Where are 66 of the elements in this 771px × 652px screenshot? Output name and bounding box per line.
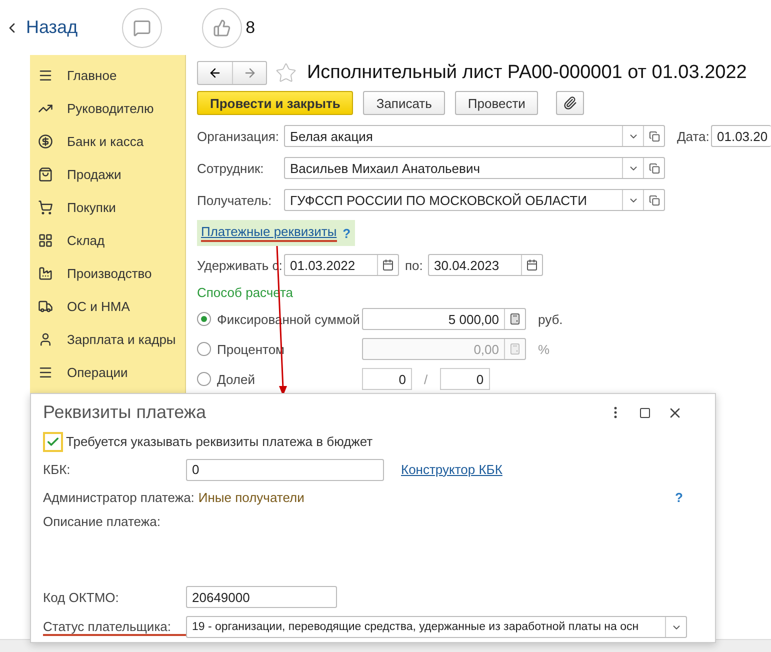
help-mark[interactable]: ? xyxy=(675,490,683,505)
denominator-field[interactable]: 0 xyxy=(440,368,490,390)
person-icon xyxy=(38,332,53,347)
checkbox-label: Требуется указывать реквизиты платежа в бюджет xyxy=(66,434,373,450)
option-label: Долей xyxy=(217,372,256,386)
oktmo-field[interactable]: 20649000 xyxy=(186,586,337,608)
coin-icon xyxy=(38,134,53,149)
field-label: Получатель: xyxy=(197,192,273,208)
field-label: по: xyxy=(405,258,424,272)
field-label: Код ОКТМО: xyxy=(43,590,120,605)
date-field[interactable]: 01.03.2022 xyxy=(284,254,399,276)
sidebar-item[interactable]: Продажи xyxy=(30,158,185,191)
sidebar-item[interactable]: Главное xyxy=(30,59,185,92)
field-label: Администратор платежа: xyxy=(43,490,194,505)
thumbs-up-icon[interactable] xyxy=(202,8,242,48)
date-field[interactable]: 30.04.2023 xyxy=(428,254,543,276)
like-count: 8 xyxy=(246,18,256,38)
kbk-field[interactable]: 0 xyxy=(186,458,384,481)
sidebar-item[interactable]: ОС и НМА xyxy=(30,290,185,323)
combo-field[interactable]: ГУФССП РОССИИ ПО МОСКОВСКОЙ ОБЛАСТИ xyxy=(284,189,665,211)
amount-field[interactable]: 5 000,00 xyxy=(362,308,526,330)
document-title: Исполнительный лист РА00-000001 от 01.03.2022 xyxy=(307,62,747,84)
comment-icon[interactable] xyxy=(122,8,162,48)
checkbox[interactable] xyxy=(43,432,63,452)
payer-status-field[interactable]: 19 - организации, переводящие средства, удержанные из заработной платы на осн xyxy=(186,616,687,638)
field-label: Описание платежа: xyxy=(43,514,162,530)
sidebar-item[interactable]: Склад xyxy=(30,224,185,257)
combo-field[interactable]: Васильев Михаил Анатольевич xyxy=(284,157,665,179)
truck-icon xyxy=(38,299,53,314)
combo-field[interactable]: Белая акация xyxy=(284,125,665,147)
check-icon xyxy=(46,434,60,449)
paperclip-icon[interactable] xyxy=(556,91,584,115)
kbk-builder-link[interactable]: Конструктор КБК xyxy=(401,462,502,478)
sidebar-item[interactable]: Банк и касса xyxy=(30,125,185,158)
dialog-title: Реквизиты платежа xyxy=(43,402,206,424)
payment-details-link[interactable]: Платежные реквизиты xyxy=(201,224,337,242)
admin-value: Иные получатели xyxy=(198,490,304,505)
grid-icon xyxy=(38,233,53,248)
maximize-icon[interactable] xyxy=(639,406,651,419)
help-mark[interactable]: ? xyxy=(342,226,351,240)
sidebar-item[interactable]: Операции xyxy=(30,356,185,389)
sidebar-item[interactable]: Производство xyxy=(30,257,185,290)
factory-icon xyxy=(38,266,53,281)
radio-button[interactable] xyxy=(197,372,211,386)
field-label: Дата: xyxy=(677,128,710,144)
unit-label: % xyxy=(538,342,550,356)
sidebar-item[interactable]: Руководителю xyxy=(30,92,185,125)
toolbar-button[interactable]: Записать xyxy=(363,91,445,115)
unit-label: руб. xyxy=(538,312,563,326)
field-label: КБК: xyxy=(43,462,72,478)
radio-button[interactable] xyxy=(197,312,211,326)
sidebar-item[interactable]: Покупки xyxy=(30,191,185,224)
toolbar-button[interactable]: Провести и закрыть xyxy=(197,91,354,115)
field-label: Организация: xyxy=(197,128,280,144)
menu-icon xyxy=(38,365,53,380)
bag-icon xyxy=(38,167,53,182)
back-link[interactable]: Назад xyxy=(26,17,78,38)
menu-icon xyxy=(38,68,53,83)
numerator-field[interactable]: 0 xyxy=(362,368,412,390)
star-icon[interactable] xyxy=(275,62,297,84)
date-field[interactable]: 01.03.20 xyxy=(711,125,771,147)
sidebar-item[interactable]: Зарплата и кадры xyxy=(30,323,185,356)
separator: / xyxy=(424,372,428,386)
field-label: Сотрудник: xyxy=(197,160,265,176)
cart-icon xyxy=(38,200,53,215)
toolbar-button[interactable]: Провести xyxy=(454,91,538,115)
